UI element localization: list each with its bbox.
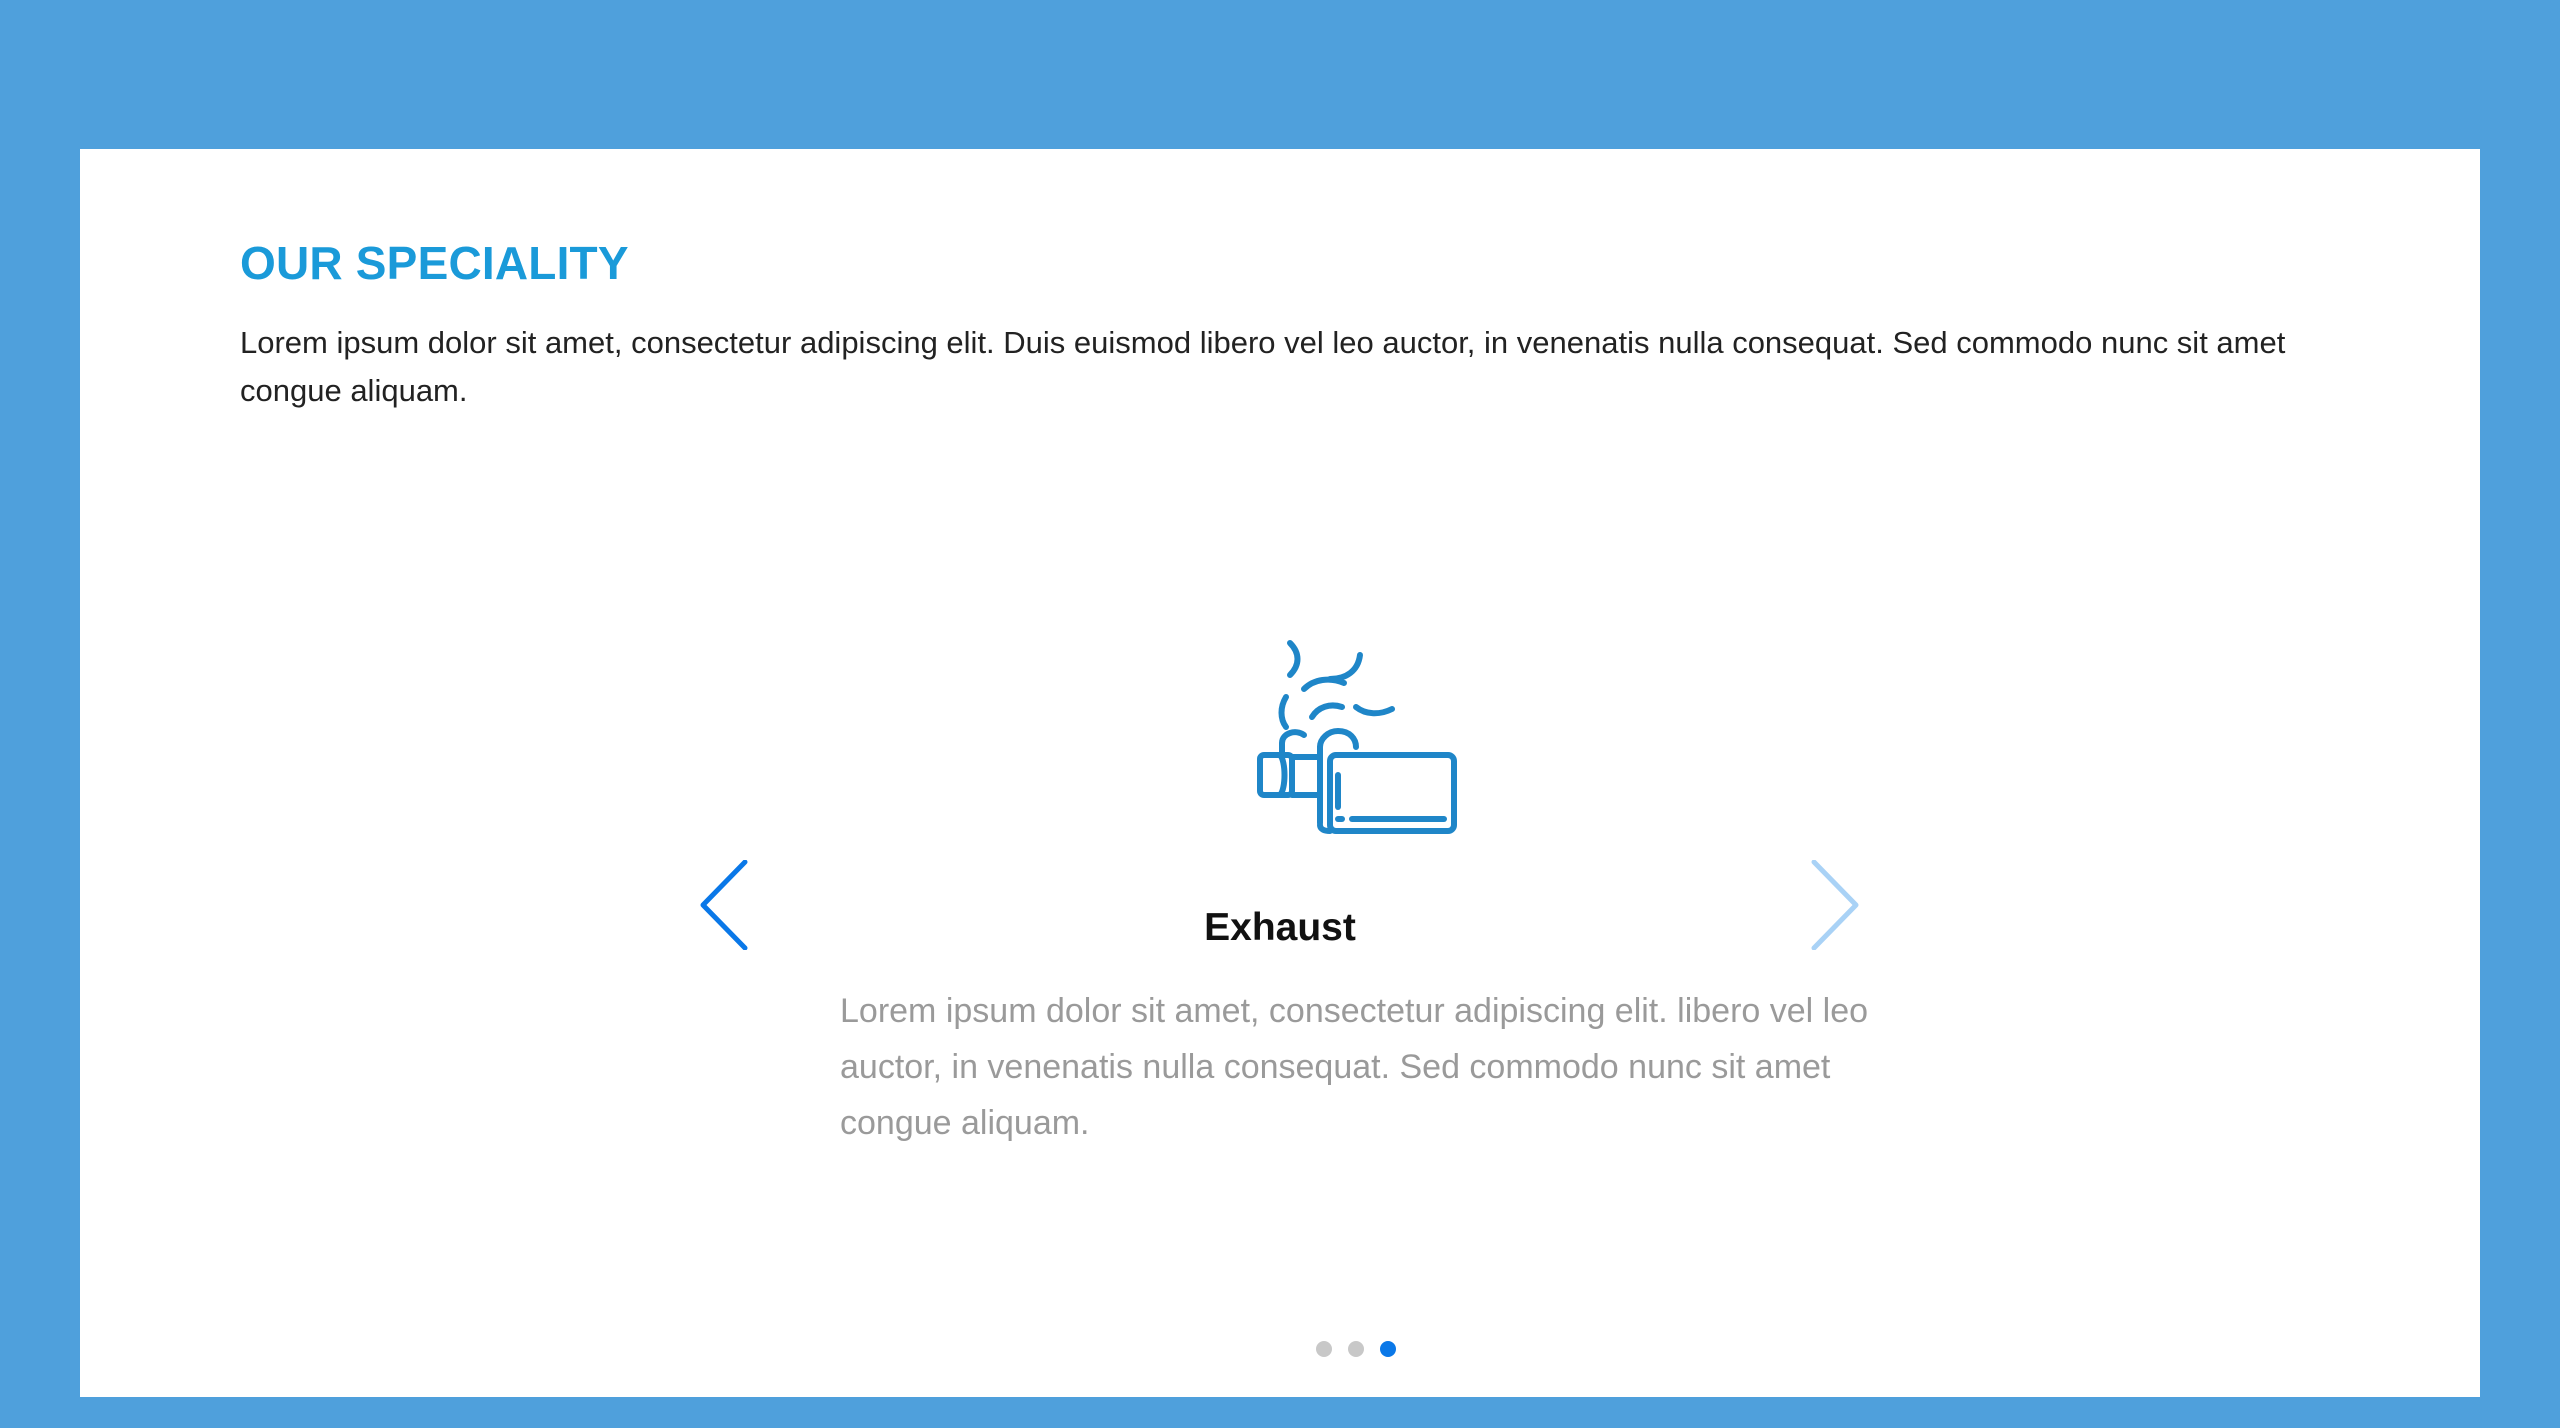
- section-heading: OUR SPECIALITY: [240, 237, 629, 289]
- section-intro: Lorem ipsum dolor sit amet, consectetur …: [240, 325, 2286, 408]
- exhaust-pipe-icon: [1256, 639, 1460, 839]
- pagination-dot[interactable]: [1348, 1341, 1364, 1357]
- speciality-section: OUR SPECIALITY Lorem ipsum dolor sit ame…: [80, 149, 2480, 1397]
- carousel-next-button[interactable]: [1802, 860, 1862, 950]
- carousel-pagination: [1316, 1341, 1396, 1359]
- pagination-dot[interactable]: [1316, 1341, 1332, 1357]
- slide-description: Lorem ipsum dolor sit amet, consectetur …: [840, 992, 1869, 1142]
- chevron-right-icon: [1811, 860, 1859, 950]
- carousel-slide: Exhaust Lorem ipsum dolor sit amet, cons…: [680, 639, 1880, 1199]
- pagination-dot-active[interactable]: [1380, 1341, 1396, 1357]
- chevron-left-icon: [700, 860, 748, 950]
- slide-title: Exhaust: [1204, 906, 1356, 949]
- carousel-prev-button[interactable]: [697, 860, 757, 950]
